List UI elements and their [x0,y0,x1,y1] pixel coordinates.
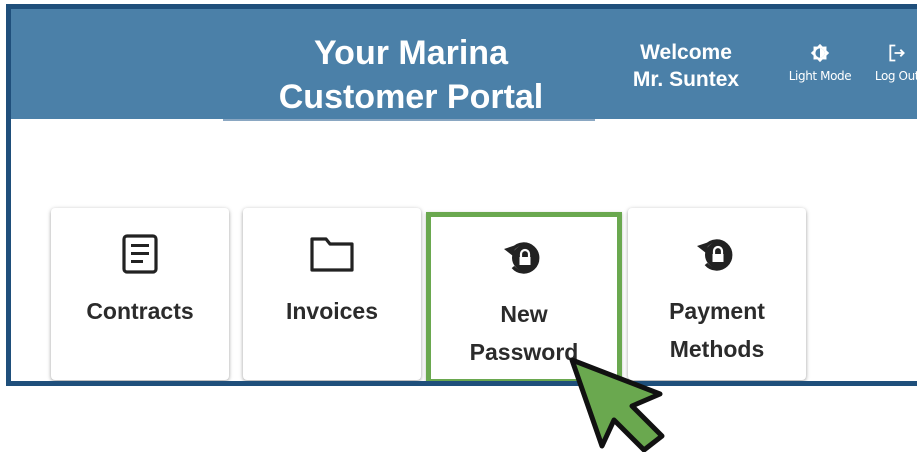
lock-reset-icon [504,242,540,274]
folder-icon [310,237,354,272]
contracts-card[interactable]: Contracts [51,208,229,380]
brightness-icon [810,43,830,63]
document-icon [122,234,158,274]
welcome-message: Welcome Mr. Suntex [611,39,761,93]
logout-icon [889,44,905,62]
portal-title: Your Marina Customer Portal [226,31,596,119]
title-underline [223,119,595,121]
invoices-label: Invoices [285,298,379,324]
pointer-cursor-icon [569,357,665,452]
contracts-label: Contracts [86,298,194,324]
log-out-button[interactable]: Log Out [869,43,917,83]
lock-reset-icon [697,239,733,271]
portal-title-line1: Your Marina [314,34,508,72]
welcome-line2: Mr. Suntex [632,68,740,91]
light-mode-label: Light Mode [788,69,852,83]
portal-window: Your Marina Customer Portal Welcome Mr. … [6,4,917,386]
portal-header: Your Marina Customer Portal Welcome Mr. … [11,9,917,119]
light-mode-button[interactable]: Light Mode [783,43,857,83]
welcome-line1: Welcome [640,41,732,64]
log-out-label: Log Out [874,69,917,83]
portal-title-line2: Customer Portal [278,78,544,116]
invoices-card[interactable]: Invoices [243,208,421,380]
